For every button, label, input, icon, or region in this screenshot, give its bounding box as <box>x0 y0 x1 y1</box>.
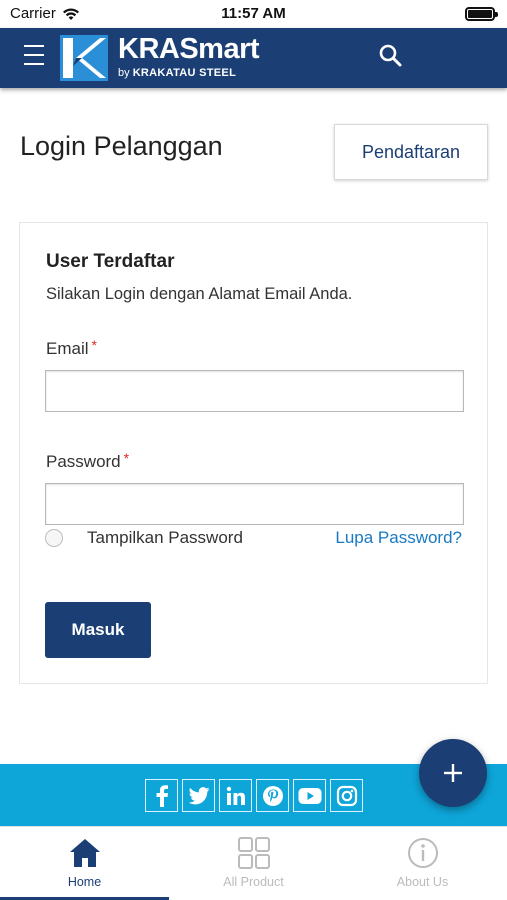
email-label: Email * <box>46 337 97 359</box>
info-icon <box>408 838 438 868</box>
password-field[interactable] <box>45 483 464 525</box>
nav-item-home[interactable]: Home <box>0 827 169 900</box>
password-label: Password * <box>46 450 130 472</box>
fab-add-button[interactable] <box>419 739 487 807</box>
section-title: User Terdaftar <box>46 251 175 272</box>
show-password-label[interactable]: Tampilkan Password <box>87 528 243 548</box>
page-title: Login Pelanggan <box>20 131 223 161</box>
instagram-icon[interactable] <box>330 779 363 812</box>
krasmart-logo-icon <box>60 35 108 81</box>
social-icons <box>145 779 363 812</box>
required-mark: * <box>91 337 97 353</box>
brand-name: KRASmart <box>118 33 260 65</box>
search-icon[interactable] <box>376 41 406 71</box>
youtube-icon[interactable] <box>293 779 326 812</box>
app-header: KRASmart by KRAKATAU STEEL <box>0 28 507 88</box>
section-description: Silakan Login dengan Alamat Email Anda. <box>46 285 353 303</box>
required-mark: * <box>123 450 130 466</box>
login-card: User Terdaftar Silakan Login dengan Alam… <box>19 222 488 684</box>
password-label-text: Password <box>46 452 121 471</box>
hamburger-menu-icon[interactable] <box>24 45 44 67</box>
plus-icon <box>444 764 462 782</box>
twitter-icon[interactable] <box>182 779 215 812</box>
bottom-navigation: Home All Product About Us <box>0 826 507 900</box>
home-icon <box>70 839 100 867</box>
battery-icon <box>465 7 498 21</box>
nav-label-all-product: All Product <box>223 875 284 889</box>
login-button[interactable]: Masuk <box>45 602 151 658</box>
brand-subtitle: by KRAKATAU STEEL <box>118 66 259 80</box>
email-label-text: Email <box>46 339 89 358</box>
status-bar: Carrier 11:57 AM <box>0 0 507 28</box>
brand-by: by <box>118 67 130 79</box>
grid-icon <box>238 837 270 869</box>
nav-item-about-us[interactable]: About Us <box>338 827 507 900</box>
brand-company: KRAKATAU STEEL <box>132 67 237 79</box>
show-password-checkbox[interactable] <box>45 529 63 547</box>
brand-block: KRASmart by KRAKATAU STEEL <box>118 31 260 80</box>
forgot-password-link[interactable]: Lupa Password? <box>335 528 462 548</box>
pinterest-icon[interactable] <box>256 779 289 812</box>
nav-item-all-product[interactable]: All Product <box>169 827 338 900</box>
nav-label-about-us: About Us <box>396 875 449 889</box>
status-time: 11:57 AM <box>221 5 286 22</box>
register-button[interactable]: Pendaftaran <box>334 124 488 180</box>
facebook-icon[interactable] <box>145 779 178 812</box>
nav-label-home: Home <box>67 875 102 889</box>
email-field[interactable] <box>45 370 464 412</box>
linkedin-icon[interactable] <box>219 779 252 812</box>
